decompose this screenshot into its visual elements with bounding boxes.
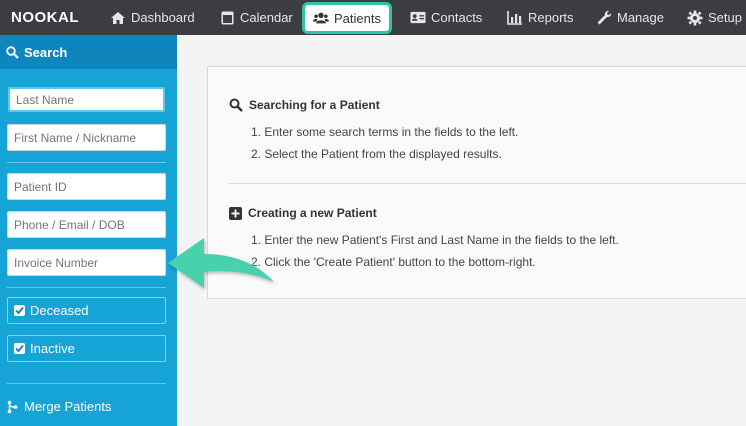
invoice-number-input[interactable] bbox=[7, 249, 166, 276]
bar-chart-icon bbox=[507, 10, 523, 26]
nav-patients-label: Patients bbox=[334, 10, 381, 26]
help-panel: Searching for a Patient 1. Enter some se… bbox=[207, 66, 746, 299]
nav-manage[interactable]: Manage bbox=[596, 0, 664, 35]
search-header[interactable]: Search bbox=[0, 35, 177, 69]
create-section-title: Creating a new Patient bbox=[229, 206, 377, 220]
nav-patients[interactable]: Patients bbox=[302, 2, 392, 34]
annotation-arrow-icon bbox=[168, 238, 274, 288]
search-icon bbox=[6, 45, 19, 59]
checkmark-icon bbox=[14, 305, 25, 316]
merge-patients-label: Merge Patients bbox=[24, 399, 112, 414]
nav-setup-label: Setup bbox=[708, 10, 742, 25]
last-name-input[interactable] bbox=[8, 87, 165, 112]
nav-calendar-label: Calendar bbox=[240, 10, 293, 25]
search-step-2: 2. Select the Patient from the displayed… bbox=[251, 147, 502, 161]
search-header-label: Search bbox=[24, 44, 68, 60]
nav-contacts[interactable]: Contacts bbox=[410, 0, 482, 35]
deceased-label: Deceased bbox=[30, 303, 89, 318]
search-section-title-text: Searching for a Patient bbox=[249, 98, 380, 112]
checkmark-icon bbox=[14, 343, 25, 354]
nav-dashboard[interactable]: Dashboard bbox=[110, 0, 195, 35]
home-icon bbox=[110, 10, 126, 26]
nav-setup[interactable]: Setup bbox=[687, 0, 742, 35]
section-divider bbox=[229, 183, 746, 184]
inactive-label: Inactive bbox=[30, 341, 75, 356]
nav-dashboard-label: Dashboard bbox=[131, 10, 195, 25]
sidebar-divider bbox=[7, 162, 166, 163]
create-section-title-text: Creating a new Patient bbox=[248, 206, 377, 220]
merge-icon bbox=[7, 400, 18, 414]
users-icon bbox=[313, 10, 329, 26]
wrench-icon bbox=[596, 10, 612, 26]
search-step-1: 1. Enter some search terms in the fields… bbox=[251, 125, 519, 139]
plus-square-icon bbox=[229, 206, 242, 220]
nav-reports[interactable]: Reports bbox=[507, 0, 574, 35]
top-navbar: NOOKAL Dashboard Calendar Patients Conta… bbox=[0, 0, 746, 35]
calendar-icon bbox=[219, 10, 235, 26]
address-card-icon bbox=[410, 10, 426, 26]
merge-patients-button[interactable]: Merge Patients bbox=[7, 399, 111, 414]
create-step-2: 2. Click the 'Create Patient' button to … bbox=[251, 255, 536, 269]
nav-contacts-label: Contacts bbox=[431, 10, 483, 25]
search-sidebar: Search Deceased Inactive Merge Patients bbox=[0, 35, 177, 426]
phone-email-dob-input[interactable] bbox=[7, 211, 166, 238]
nav-reports-label: Reports bbox=[528, 10, 574, 25]
inactive-checkbox[interactable]: Inactive bbox=[7, 335, 166, 362]
search-icon bbox=[229, 98, 243, 112]
sidebar-divider bbox=[7, 287, 166, 288]
create-step-1: 1. Enter the new Patient's First and Las… bbox=[251, 233, 619, 247]
nav-manage-label: Manage bbox=[617, 10, 664, 25]
nookal-logo[interactable]: NOOKAL bbox=[11, 9, 79, 26]
deceased-checkbox[interactable]: Deceased bbox=[7, 297, 166, 324]
sidebar-divider bbox=[7, 383, 166, 384]
search-section-title: Searching for a Patient bbox=[229, 98, 380, 112]
nav-calendar[interactable]: Calendar bbox=[219, 0, 293, 35]
first-name-input[interactable] bbox=[7, 124, 166, 151]
gear-icon bbox=[687, 10, 703, 26]
patient-id-input[interactable] bbox=[7, 173, 166, 200]
